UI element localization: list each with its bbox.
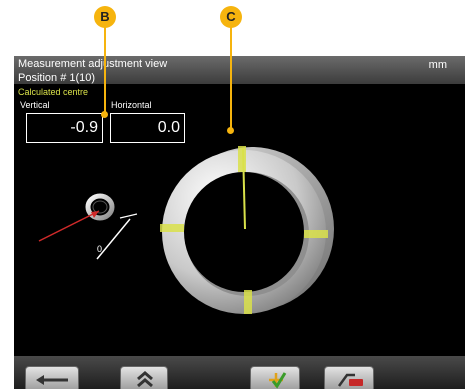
calculated-centre-label: Calculated centre	[18, 87, 89, 97]
ring-diagram	[160, 146, 334, 314]
back-button[interactable]	[25, 366, 79, 389]
horizontal-label: Horizontal	[111, 100, 152, 110]
expand-button[interactable]	[120, 366, 168, 389]
marker-right	[304, 230, 328, 238]
eraser-icon	[337, 373, 363, 387]
zero-label: 0	[97, 244, 103, 254]
callout-b-dot	[101, 111, 108, 118]
unit-label: mm	[428, 59, 447, 71]
vertical-label: Vertical	[20, 100, 50, 110]
callout-b-line	[104, 26, 106, 114]
marker-bottom	[244, 290, 252, 314]
bottom-toolbar	[14, 356, 465, 389]
erase-button[interactable]	[324, 366, 374, 389]
move-confirm-icon	[269, 372, 287, 389]
chevron-up-icon	[137, 371, 153, 388]
view-title: Measurement adjustment view	[18, 58, 168, 70]
callout-c-line	[230, 26, 232, 130]
marker-left	[160, 224, 184, 232]
orientation-indicator-icon	[38, 193, 138, 260]
callout-c: C	[220, 6, 242, 28]
back-arrow-icon	[36, 375, 68, 385]
callout-b: B	[94, 6, 116, 28]
title-bar: Measurement adjustment view Position # 1…	[14, 56, 465, 84]
move-confirm-button[interactable]	[250, 366, 300, 389]
vertical-value-field: -0.9	[26, 113, 103, 143]
marker-top	[238, 146, 246, 172]
callout-c-dot	[227, 127, 234, 134]
position-label: Position # 1(10)	[18, 72, 96, 84]
instrument-screen: Measurement adjustment view Position # 1…	[14, 56, 465, 389]
